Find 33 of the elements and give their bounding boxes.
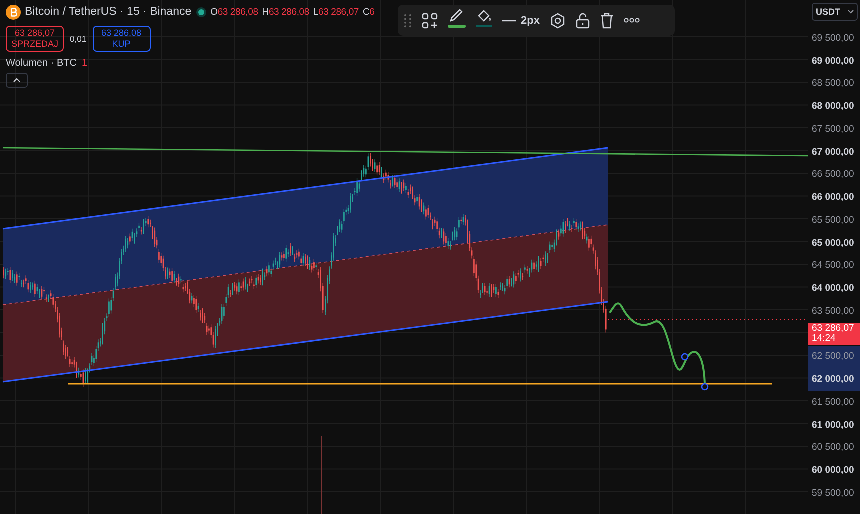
price-label: 66 500,00 <box>811 168 856 182</box>
last-price-badge: 63 286,07 14:24 <box>808 322 860 345</box>
ohlc-value: L63 286,07 <box>313 6 359 18</box>
sell-button[interactable]: 63 286,07 SPRZEDAJ <box>6 26 64 52</box>
price-label: 67 500,00 <box>811 122 856 137</box>
price-label: 64 000,00 <box>811 282 856 296</box>
price-label: 64 500,00 <box>811 259 856 274</box>
price-label: 65 000,00 <box>811 236 856 251</box>
ohlc-value: C6 <box>363 6 375 18</box>
price-label: 60 500,00 <box>811 441 856 456</box>
buy-button[interactable]: 63 286,08 KUP <box>92 26 151 52</box>
price-label: 69 000,00 <box>811 54 856 69</box>
price-label: 63 500,00 <box>811 304 856 319</box>
indicator-name: Wolumen · BTC <box>6 58 77 69</box>
currency-dropdown[interactable]: USDT <box>812 3 858 21</box>
price-label: 65 500,00 <box>811 214 856 228</box>
price-label: 62 500,00 <box>808 346 860 368</box>
price-label: 67 000,00 <box>811 146 856 160</box>
price-label: 66 000,00 <box>811 191 856 206</box>
price-label: 62 000,00 <box>808 368 860 391</box>
price-label: 68 000,00 <box>811 100 856 114</box>
price-label: 60 000,00 <box>811 464 856 478</box>
ohlc-value: H63 286,08 <box>262 6 310 18</box>
price-label: 68 500,00 <box>811 77 856 92</box>
line-width-button[interactable]: 2px <box>502 8 540 32</box>
price-label: 61 000,00 <box>811 418 856 433</box>
spread-value: 0,01 <box>70 34 87 44</box>
symbol-title: Bitcoin / TetherUS · 15 · Binance <box>25 6 192 18</box>
indicator-value: 1 <box>82 58 88 69</box>
price-label: 59 500,00 <box>811 486 856 501</box>
ohlc-value: O63 286,08 <box>210 6 258 18</box>
price-label: 61 500,00 <box>811 396 856 410</box>
price-label: 69 500,00 <box>811 32 856 46</box>
